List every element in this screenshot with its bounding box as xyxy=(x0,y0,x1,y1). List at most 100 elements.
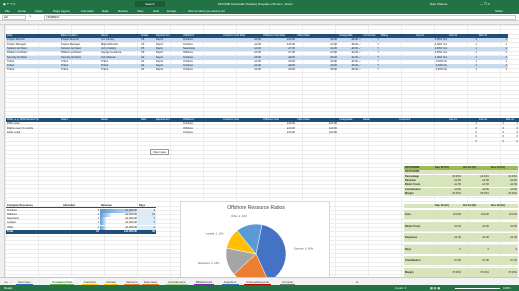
other-cell[interactable] xyxy=(338,140,362,144)
summary-cell[interactable]: 25.00% xyxy=(490,191,518,196)
zoom-level[interactable]: 100% xyxy=(503,286,511,290)
monthly-cell[interactable]: Margin xyxy=(404,267,434,277)
resource-cell[interactable]: £5.00 xyxy=(296,68,338,72)
pie-chart[interactable]: Offshore Resource Ratios Onshore, 6, 40%… xyxy=(180,201,330,277)
window-controls-icon[interactable]: — ❐ ✕ xyxy=(480,2,490,6)
monthly-cell[interactable]: £1.00 xyxy=(434,233,462,242)
tab-insert[interactable]: Insert xyxy=(35,9,43,13)
resources-total[interactable]: Total xyxy=(6,230,62,234)
resource-cell[interactable]: Tribe1 xyxy=(60,68,100,72)
tell-me-box[interactable]: Tell me what you want to do xyxy=(188,9,225,13)
monthly-cell[interactable]: £2.00 xyxy=(462,221,490,231)
resource-cell[interactable] xyxy=(380,68,415,72)
monthly-cell[interactable]: £7.00 xyxy=(490,256,518,265)
other-cell[interactable] xyxy=(398,140,448,144)
tab-review[interactable]: Review xyxy=(118,9,128,13)
tab-formulas[interactable]: Formulas xyxy=(81,9,94,13)
other-cell[interactable]: 0 xyxy=(505,140,519,144)
resource-cell[interactable]: £5.00 ✓ xyxy=(338,68,362,72)
monthly-cell[interactable]: £7.00 xyxy=(434,256,462,265)
autosave-icon[interactable]: ▣ ↶ ↷ ▾ xyxy=(3,2,15,6)
other-cell[interactable] xyxy=(6,140,60,144)
resources-total[interactable]: 12 xyxy=(62,230,100,234)
monthly-cell[interactable]: £2.00 xyxy=(490,221,518,231)
tab-file[interactable]: File xyxy=(5,9,10,13)
monthly-cell[interactable]: £10.00 xyxy=(462,210,490,219)
resources-header[interactable]: Revenue xyxy=(100,204,138,208)
resource-cell[interactable]: £4.00 xyxy=(222,68,262,72)
other-cell[interactable] xyxy=(155,140,182,144)
resource-cell[interactable]: Tribe1 xyxy=(100,68,140,72)
resource-cell[interactable]: 1 xyxy=(448,68,478,72)
search-box[interactable]: Search xyxy=(135,1,165,7)
summary-cell[interactable]: 25.00% xyxy=(434,191,462,196)
other-cell[interactable] xyxy=(100,140,140,144)
summary-cell[interactable]: Margin xyxy=(404,191,434,196)
share-button[interactable]: Share xyxy=(495,9,503,13)
resource-cell[interactable]: Dept1 xyxy=(155,68,182,72)
resources-total[interactable]: £11,000.00 xyxy=(100,230,138,234)
monthly-cell[interactable]: Direct Costs xyxy=(404,221,434,231)
resource-cell[interactable]: Onshore xyxy=(182,68,222,72)
resource-cell[interactable]: Tribe1 xyxy=(6,68,60,72)
resources-header[interactable]: Allocated xyxy=(62,204,100,208)
resource-cell[interactable]: Y xyxy=(362,68,380,72)
monthly-header[interactable] xyxy=(404,204,434,208)
tab-help[interactable]: Help xyxy=(153,9,159,13)
other-cell[interactable] xyxy=(222,140,262,144)
monthly-cell[interactable]: £10.00 xyxy=(490,210,518,219)
other-cell[interactable] xyxy=(140,140,155,144)
resource-cell[interactable]: 4.00% No xyxy=(415,68,448,72)
other-cell[interactable] xyxy=(182,140,222,144)
monthly-cell[interactable]: 0 xyxy=(434,244,462,254)
resources-header[interactable]: Days xyxy=(138,204,156,208)
monthly-cell[interactable]: £1.00 xyxy=(490,233,518,242)
monthly-header[interactable]: Sep 19 (21) xyxy=(434,204,462,208)
view-buttons-icon[interactable]: ▦ ▤ ▣ xyxy=(430,286,440,290)
summary-cell[interactable]: 25.00% xyxy=(462,191,490,196)
other-cell[interactable] xyxy=(60,140,100,144)
fx-icon[interactable]: fx xyxy=(28,15,42,20)
other-cell[interactable] xyxy=(362,140,380,144)
monthly-cell[interactable]: 0 xyxy=(462,244,490,254)
other-cell[interactable]: 0 xyxy=(448,140,478,144)
monthly-cell[interactable]: £10.00 xyxy=(434,210,462,219)
other-cell[interactable] xyxy=(262,140,296,144)
other-cell[interactable] xyxy=(380,140,398,144)
tab-view[interactable]: View xyxy=(137,9,143,13)
resource-cell[interactable]: £8.00 xyxy=(262,68,296,72)
monthly-cell[interactable]: £2.00 xyxy=(434,221,462,231)
monthly-header[interactable]: Oct 19 (21) xyxy=(462,204,490,208)
row-line xyxy=(5,89,519,91)
monthly-cell[interactable]: 70.00% xyxy=(462,267,490,277)
monthly-cell[interactable]: 70.00% xyxy=(490,267,518,277)
monthly-header[interactable]: Nov 19 (21) xyxy=(490,204,518,208)
worksheet-grid[interactable]: Role Base Location Name Grade Department Offs… xyxy=(0,21,519,277)
resources-header[interactable]: Company Resources xyxy=(6,204,62,208)
monthly-cell[interactable]: Contribution xyxy=(404,256,434,265)
tab-data[interactable]: Data xyxy=(102,9,108,13)
other-cell[interactable] xyxy=(296,140,338,144)
name-box[interactable]: A2 xyxy=(2,15,26,20)
row-line xyxy=(5,158,519,160)
monthly-cell[interactable]: 70.00% xyxy=(434,267,462,277)
tab-home[interactable]: Home xyxy=(18,9,26,13)
monthly-cell[interactable]: 0 xyxy=(490,244,518,254)
monthly-cell[interactable]: Days xyxy=(404,244,434,254)
user-name[interactable]: Ravi Sharma xyxy=(430,2,447,6)
pie-label: Landed, 1, 11% xyxy=(206,231,225,235)
monthly-cell[interactable]: Expenses xyxy=(404,233,434,242)
row-line xyxy=(5,106,519,108)
tab-design[interactable]: Design xyxy=(167,9,176,13)
monthly-cell[interactable]: £7.00 xyxy=(462,256,490,265)
monthly-cell[interactable]: £1.00 xyxy=(462,233,490,242)
resources-total[interactable]: 33 xyxy=(138,230,156,234)
other-cell[interactable]: 0 xyxy=(478,140,505,144)
title-bar: ▣ ↶ ↷ ▾ Search PM FINR Financials Tracki… xyxy=(0,0,519,8)
resource-cell[interactable]: A0 xyxy=(140,68,155,72)
zoom-slider[interactable] xyxy=(455,288,500,289)
formula-input[interactable]: =SUM(F2 xyxy=(44,15,516,20)
monthly-cell[interactable]: Fees xyxy=(404,210,434,219)
tab-page-layout[interactable]: Page Layout xyxy=(53,9,70,13)
resource-cell[interactable]: 1 xyxy=(478,68,508,72)
